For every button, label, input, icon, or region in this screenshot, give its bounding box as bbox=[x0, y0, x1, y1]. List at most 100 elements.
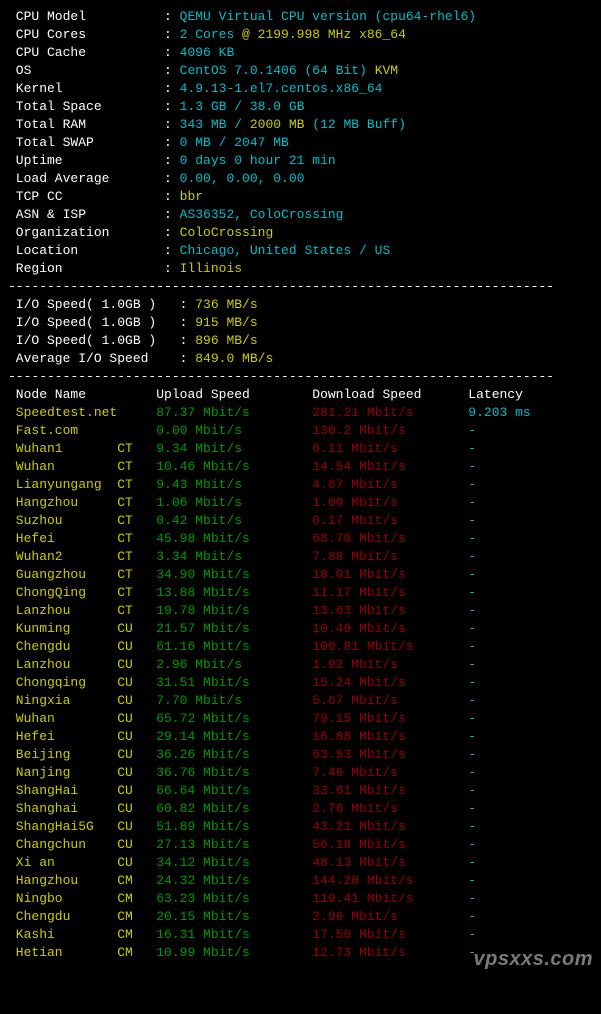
io-value: 896 MB/s bbox=[195, 333, 257, 348]
speedtest-row: Chengdu CM 20.15 Mbit/s 2.96 Mbit/s - bbox=[8, 908, 593, 926]
upload-speed: 0.42 Mbit/s bbox=[156, 513, 312, 528]
download-speed: 18.01 Mbit/s bbox=[312, 567, 468, 582]
info-value: AS36352, ColoCrossing bbox=[180, 207, 344, 222]
speedtest-row: Fast.com 0.00 Mbit/s 130.2 Mbit/s - bbox=[8, 422, 593, 440]
upload-speed: 24.32 Mbit/s bbox=[156, 873, 312, 888]
latency: - bbox=[468, 801, 476, 816]
latency: - bbox=[468, 459, 476, 474]
upload-speed: 36.76 Mbit/s bbox=[156, 765, 312, 780]
download-speed: 4.67 Mbit/s bbox=[312, 477, 468, 492]
node-name: Lanzhou bbox=[8, 657, 117, 672]
node-name: Chongqing bbox=[8, 675, 117, 690]
info-value: CentOS 7.0.1406 (64 Bit) bbox=[180, 63, 375, 78]
colon: : bbox=[164, 117, 180, 132]
node-tag: CU bbox=[117, 837, 140, 852]
node-name: Guangzhou bbox=[8, 567, 117, 582]
node-tag: CU bbox=[117, 693, 140, 708]
speedtest-row: Ningbo CM 63.23 Mbit/s 119.41 Mbit/s - bbox=[8, 890, 593, 908]
latency: - bbox=[468, 567, 476, 582]
download-speed: 119.41 Mbit/s bbox=[312, 891, 468, 906]
divider: ----------------------------------------… bbox=[8, 368, 593, 386]
upload-speed: 36.26 Mbit/s bbox=[156, 747, 312, 762]
speedtest-row: Nanjing CU 36.76 Mbit/s 7.46 Mbit/s - bbox=[8, 764, 593, 782]
speedtest-row: Lianyungang CT 9.43 Mbit/s 4.67 Mbit/s - bbox=[8, 476, 593, 494]
gap bbox=[141, 801, 157, 816]
download-speed: 1.00 Mbit/s bbox=[312, 495, 468, 510]
node-tag: CT bbox=[117, 603, 140, 618]
gap bbox=[141, 945, 157, 960]
speedtest-block: Speedtest.net 87.37 Mbit/s 281.21 Mbit/s… bbox=[8, 404, 593, 962]
info-row: Region : Illinois bbox=[8, 260, 593, 278]
info-label: Load Average bbox=[8, 171, 164, 186]
speedtest-row: Kunming CU 21.57 Mbit/s 10.49 Mbit/s - bbox=[8, 620, 593, 638]
node-tag: CU bbox=[117, 765, 140, 780]
latency: - bbox=[468, 639, 476, 654]
node-tag: CU bbox=[117, 801, 140, 816]
upload-speed: 45.98 Mbit/s bbox=[156, 531, 312, 546]
upload-speed: 21.57 Mbit/s bbox=[156, 621, 312, 636]
io-value: 915 MB/s bbox=[195, 315, 257, 330]
speedtest-row: Wuhan CU 65.72 Mbit/s 79.15 Mbit/s - bbox=[8, 710, 593, 728]
speedtest-row: Chengdu CU 61.16 Mbit/s 109.81 Mbit/s - bbox=[8, 638, 593, 656]
gap bbox=[141, 459, 157, 474]
node-tag: CU bbox=[117, 783, 140, 798]
info-label: Total SWAP bbox=[8, 135, 164, 150]
gap bbox=[141, 531, 157, 546]
colon: : bbox=[164, 243, 180, 258]
colon: : bbox=[164, 27, 180, 42]
info-row: Total SWAP : 0 MB / 2047 MB bbox=[8, 134, 593, 152]
node-name: Hangzhou bbox=[8, 873, 117, 888]
io-value: 736 MB/s bbox=[195, 297, 257, 312]
info-value: KVM bbox=[375, 63, 398, 78]
gap bbox=[141, 549, 157, 564]
info-value: 0 MB / 2047 MB bbox=[180, 135, 289, 150]
node-tag: CM bbox=[117, 909, 140, 924]
gap bbox=[141, 513, 157, 528]
gap bbox=[141, 873, 157, 888]
speedtest-row: Hangzhou CM 24.32 Mbit/s 144.20 Mbit/s - bbox=[8, 872, 593, 890]
download-speed: 0.17 Mbit/s bbox=[312, 513, 468, 528]
latency: - bbox=[468, 603, 476, 618]
node-tag: CT bbox=[117, 459, 140, 474]
download-speed: 10.49 Mbit/s bbox=[312, 621, 468, 636]
node-tag: CU bbox=[117, 675, 140, 690]
node-name: ShangHai bbox=[8, 783, 117, 798]
node-name: Wuhan bbox=[8, 459, 117, 474]
io-label: Average I/O Speed bbox=[8, 351, 180, 366]
node-name: Speedtest.net bbox=[8, 405, 117, 420]
latency: - bbox=[468, 423, 476, 438]
node-tag: CT bbox=[117, 531, 140, 546]
colon: : bbox=[164, 135, 180, 150]
download-speed: 2.76 Mbit/s bbox=[312, 801, 468, 816]
io-label: I/O Speed( 1.0GB ) bbox=[8, 333, 180, 348]
latency: - bbox=[468, 909, 476, 924]
info-value: 4.9.13-1.el7.centos.x86_64 bbox=[180, 81, 383, 96]
upload-speed: 3.34 Mbit/s bbox=[156, 549, 312, 564]
gap bbox=[141, 405, 157, 420]
info-value: 2000 MB bbox=[250, 117, 312, 132]
node-name: Ningxia bbox=[8, 693, 117, 708]
download-speed: 56.18 Mbit/s bbox=[312, 837, 468, 852]
info-label: Organization bbox=[8, 225, 164, 240]
latency: - bbox=[468, 549, 476, 564]
node-name: Hefei bbox=[8, 531, 117, 546]
upload-speed: 19.78 Mbit/s bbox=[156, 603, 312, 618]
upload-speed: 20.15 Mbit/s bbox=[156, 909, 312, 924]
latency: - bbox=[468, 513, 476, 528]
download-speed: 63.53 Mbit/s bbox=[312, 747, 468, 762]
gap bbox=[141, 639, 157, 654]
colon: : bbox=[164, 207, 180, 222]
download-speed: 1.92 Mbit/s bbox=[312, 657, 468, 672]
node-tag: CM bbox=[117, 891, 140, 906]
node-tag: CU bbox=[117, 819, 140, 834]
node-name: Beijing bbox=[8, 747, 117, 762]
download-speed: 144.20 Mbit/s bbox=[312, 873, 468, 888]
download-speed: 13.63 Mbit/s bbox=[312, 603, 468, 618]
upload-speed: 7.70 Mbit/s bbox=[156, 693, 312, 708]
latency: - bbox=[468, 855, 476, 870]
gap bbox=[141, 693, 157, 708]
gap bbox=[141, 891, 157, 906]
speedtest-row: Kashi CM 16.31 Mbit/s 17.50 Mbit/s - bbox=[8, 926, 593, 944]
upload-speed: 16.31 Mbit/s bbox=[156, 927, 312, 942]
speedtest-row: Hefei CT 45.98 Mbit/s 68.70 Mbit/s - bbox=[8, 530, 593, 548]
